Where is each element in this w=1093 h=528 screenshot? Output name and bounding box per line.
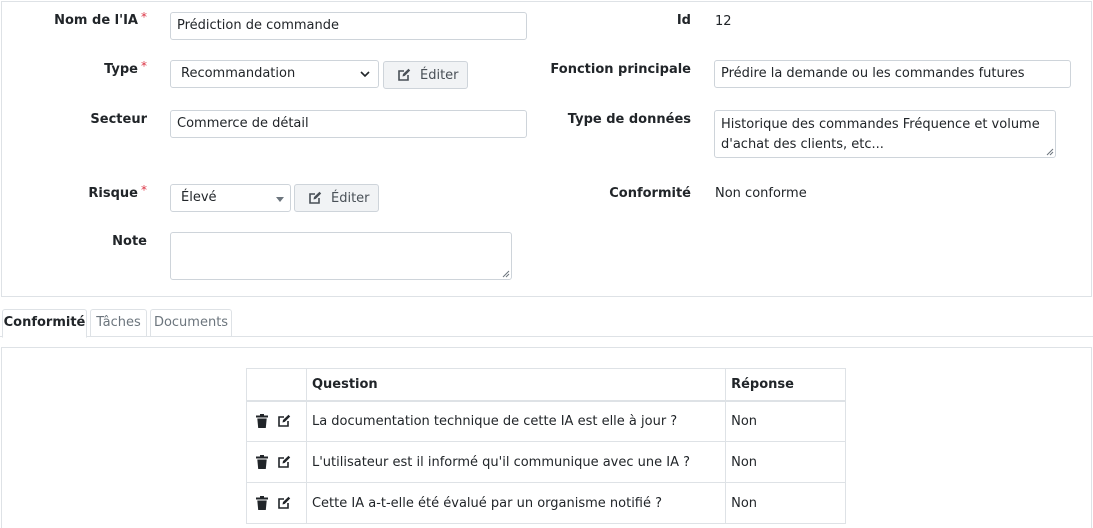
tab-taches[interactable]: Tâches (90, 309, 147, 337)
tab-bar: Conformité Tâches Documents (0, 309, 1093, 338)
question-cell: L'utilisateur est il informé qu'il commu… (305, 441, 727, 483)
question-cell: La documentation technique de cette IA e… (305, 400, 727, 442)
answer-header: Réponse (725, 368, 846, 402)
edit-icon[interactable] (277, 414, 291, 428)
edit-icon (398, 68, 411, 81)
answer-cell: Non (725, 482, 846, 524)
data-type-line-2: d'achat des clients, etc... (721, 137, 884, 152)
compliance-table: Question Réponse La documentation techni… (246, 368, 846, 524)
risk-edit-label: Éditer (331, 190, 370, 206)
caret-down-icon (276, 197, 284, 202)
tab-documents[interactable]: Documents (150, 309, 232, 337)
function-label: Fonction principale (550, 62, 691, 77)
edit-icon[interactable] (277, 455, 291, 469)
answer-cell: Non (725, 400, 846, 442)
row-actions (246, 441, 307, 483)
resize-handle-icon[interactable] (501, 269, 510, 278)
table-row: La documentation technique de cette IA e… (246, 400, 846, 442)
actions-header (246, 368, 307, 402)
note-label: Note (112, 234, 147, 249)
sector-label: Secteur (90, 112, 147, 127)
name-label: Nom de l'IA * (54, 10, 147, 28)
type-edit-label: Éditer (420, 67, 459, 83)
compliance-label: Conformité (609, 186, 691, 201)
risk-label: Risque * (88, 183, 147, 201)
compliance-value: Non conforme (715, 186, 807, 201)
answer-cell: Non (725, 441, 846, 483)
id-value: 12 (715, 14, 732, 29)
tab-conformite[interactable]: Conformité (2, 309, 87, 338)
row-actions (246, 400, 307, 442)
data-type-textarea[interactable]: Historique des commandes Fréquence et vo… (714, 110, 1056, 158)
resize-handle-icon[interactable] (1045, 147, 1054, 156)
type-edit-button[interactable]: Éditer (383, 61, 468, 89)
table-header-row: Question Réponse (246, 368, 846, 402)
row-actions (246, 482, 307, 524)
question-cell: Cette IA a-t-elle été évalué par un orga… (305, 482, 727, 524)
trash-icon[interactable] (256, 455, 268, 469)
note-textarea[interactable] (170, 232, 512, 280)
name-input[interactable]: Prédiction de commande (170, 12, 527, 40)
data-type-line-1: Historique des commandes Fréquence et vo… (721, 117, 1040, 132)
risk-select[interactable]: Élevé (170, 184, 291, 212)
sector-input[interactable]: Commerce de détail (170, 110, 527, 138)
table-row: L'utilisateur est il informé qu'il commu… (246, 441, 846, 483)
risk-edit-button[interactable]: Éditer (294, 184, 379, 212)
id-label: Id (676, 13, 691, 28)
edit-icon (309, 191, 322, 204)
type-label: Type * (104, 59, 147, 77)
table-row: Cette IA a-t-elle été évalué par un orga… (246, 482, 846, 524)
data-type-label: Type de données (567, 112, 691, 127)
trash-icon[interactable] (256, 496, 268, 510)
type-select-value: Recommandation (181, 66, 296, 81)
trash-icon[interactable] (256, 414, 268, 429)
type-select[interactable]: Recommandation (170, 60, 379, 88)
edit-icon[interactable] (277, 496, 291, 510)
question-header: Question (305, 368, 727, 402)
function-input[interactable]: Prédire la demande ou les commandes futu… (714, 60, 1071, 88)
risk-select-value: Élevé (181, 190, 217, 205)
chevron-down-icon (360, 71, 370, 78)
